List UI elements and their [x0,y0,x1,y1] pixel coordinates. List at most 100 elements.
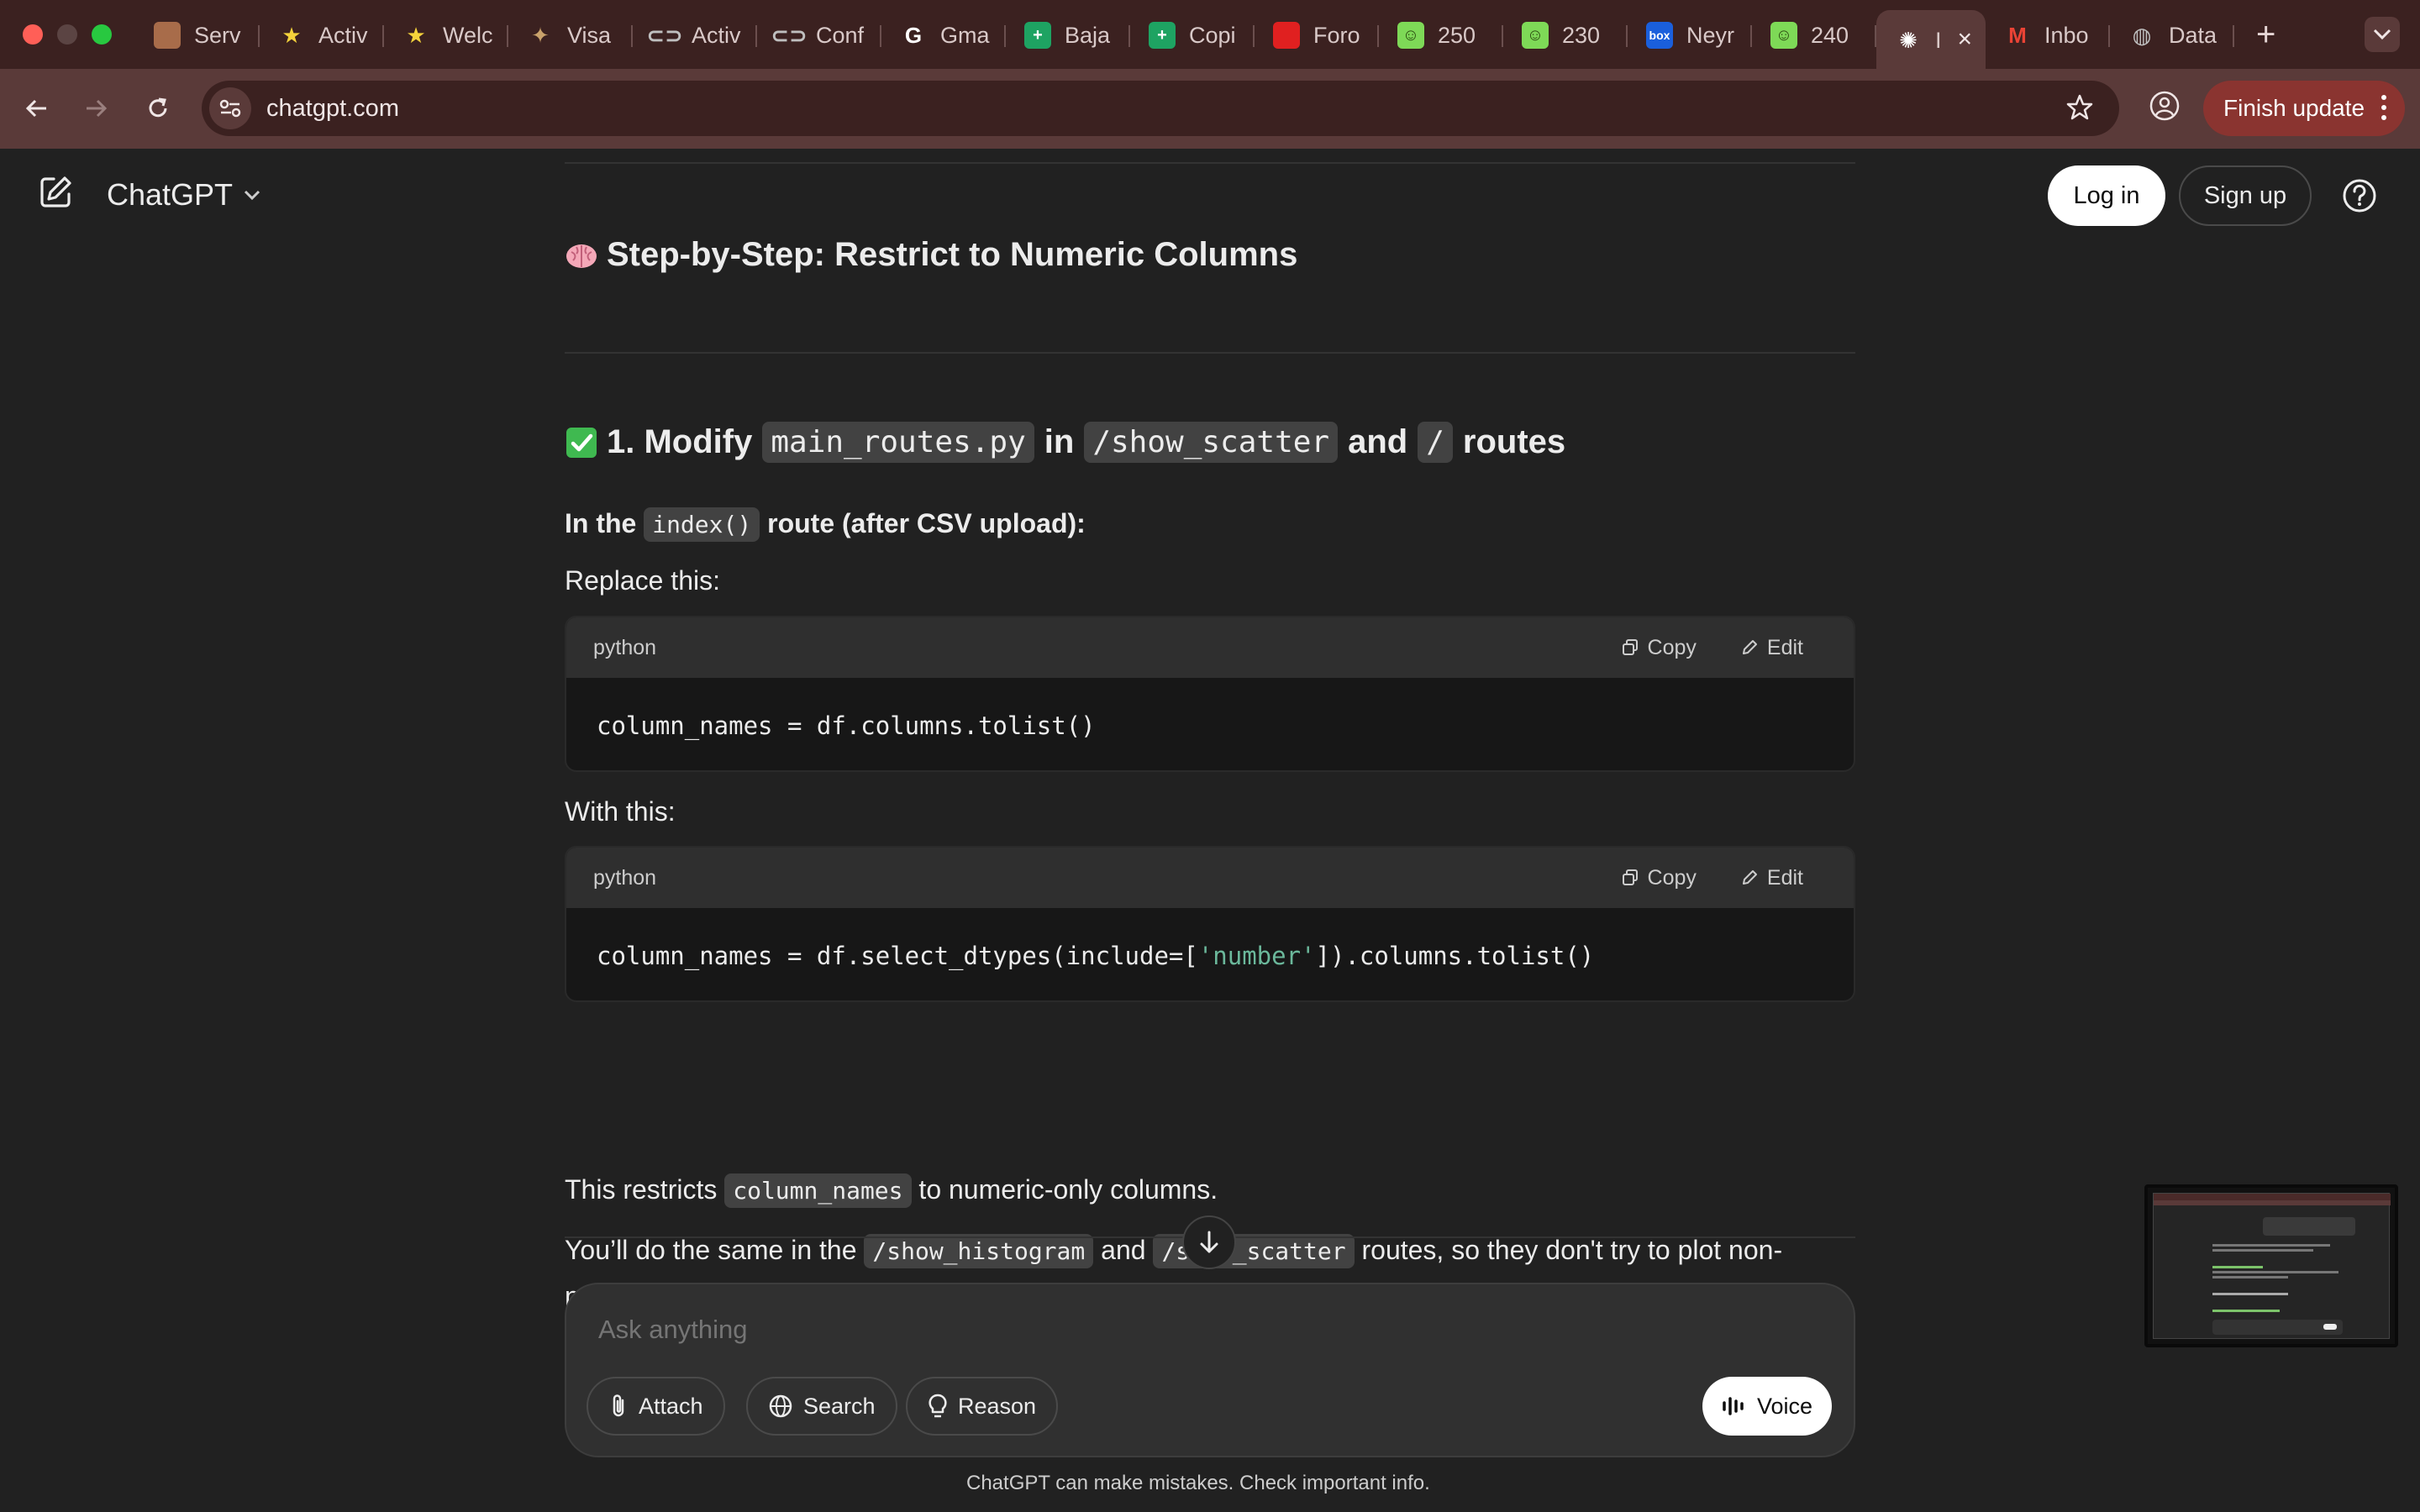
copy-button[interactable]: Copy [1621,866,1697,890]
step-heading: Step-by-Step: Restrict to Numeric Column… [565,236,1297,274]
browser-tab[interactable]: ⊂⊃ Activ [633,10,757,60]
voice-button[interactable]: Voice [1702,1377,1832,1436]
smiley-favicon-icon: ☺ [1770,22,1797,49]
code-block: python Copy Edit column_names = df.colum… [565,616,1855,772]
scroll-to-bottom-button[interactable] [1182,1215,1236,1269]
copy-button[interactable]: Copy [1621,636,1697,660]
restrict-paragraph: This restricts column_names to numeric-o… [565,1166,1218,1215]
browser-tab[interactable]: ✦ Visa [508,10,633,60]
browser-tab[interactable]: M Inbo [1986,10,2110,60]
inline-code: /show_histogram [864,1234,1094,1268]
attach-label: Attach [639,1393,703,1419]
tab-title: Gma [940,22,990,48]
browser-tab[interactable]: G Gma [881,10,1006,60]
arrow-down-icon [1200,1231,1218,1253]
browser-tab[interactable]: ◍ Data [2110,10,2234,60]
browser-tab[interactable]: ☺ 240 [1752,10,1876,60]
close-tab-icon[interactable]: × [1957,25,1972,54]
signup-button[interactable]: Sign up [2179,165,2312,226]
screenshot-thumbnail[interactable] [2144,1184,2398,1347]
model-name: ChatGPT [107,177,234,212]
with-label: With this: [565,796,676,827]
forward-button[interactable] [77,90,114,127]
browser-tab[interactable]: ★ Welc [384,10,508,60]
new-tab-button[interactable]: + [2256,16,2275,54]
help-icon[interactable] [2341,177,2378,214]
finish-update-button[interactable]: Finish update [2203,81,2405,136]
edit-button[interactable]: Edit [1740,866,1803,890]
site-settings-icon[interactable] [209,87,251,129]
reason-label: Reason [958,1393,1037,1419]
heading-part: and [1348,423,1408,460]
tab-title: Visa [567,22,612,48]
code-part: column_names = df.select_dtypes(include=… [597,942,1198,970]
subheading: In the index() route (after CSV upload): [565,500,1086,549]
tab-title: Welc [443,22,493,48]
subheading-part: route (after CSV upload): [767,508,1086,538]
gmail-favicon-icon: M [2008,22,2027,48]
browser-tab[interactable]: ⊂⊃ Conf [757,10,881,60]
chevron-down-icon [244,190,260,201]
tab-title: Serv [194,22,241,48]
reason-button[interactable]: Reason [906,1377,1059,1436]
attach-button[interactable]: Attach [587,1377,725,1436]
reload-button[interactable] [139,90,176,127]
smiley-favicon-icon: ☺ [1522,22,1549,49]
code-part: ]).columns.tolist() [1315,942,1595,970]
browser-tab[interactable]: Foro [1255,10,1379,60]
tab-title: Data [2169,22,2217,48]
disclaimer-text: ChatGPT can make mistakes. Check importa… [966,1472,1430,1494]
search-button[interactable]: Search [746,1377,897,1436]
paragraph-part: routes, so they don't try to plot non- [1361,1235,1783,1265]
edit-button[interactable]: Edit [1740,636,1803,660]
sheets-plus-favicon-icon: + [1024,22,1051,49]
heading-part: 1. Modify [607,423,753,460]
login-button[interactable]: Log in [2048,165,2165,226]
address-bar[interactable]: chatgpt.com [202,81,2119,136]
sheets-plus-favicon-icon: + [1149,22,1176,49]
divider [565,352,1855,354]
paragraph-part: and [1101,1235,1146,1265]
thumbnail-preview [2153,1193,2391,1339]
tab-title: Foro [1313,22,1360,48]
profile-icon[interactable] [2148,89,2181,127]
copy-icon [1622,869,1638,885]
browser-tab[interactable]: box Neyr [1628,10,1752,60]
browser-tab[interactable]: ☺ 230 [1503,10,1628,60]
bookmark-star-icon[interactable] [2065,93,2094,126]
back-button[interactable] [18,90,55,127]
browser-tab[interactable]: ☺ 250 [1379,10,1503,60]
arrow-left-icon [25,99,46,118]
heading-part: routes [1462,423,1566,460]
globe-icon [769,1394,792,1418]
paragraph-part: This restricts [565,1174,718,1205]
prompt-input[interactable] [598,1315,1775,1345]
inline-code: /show_scatter [1084,422,1339,463]
url-text: chatgpt.com [266,94,399,122]
paragraph-part: to numeric-only columns. [918,1174,1218,1205]
star-favicon-icon: ★ [406,22,426,48]
red-logo-favicon-icon [1273,22,1300,49]
browser-tab[interactable]: + Copi [1130,10,1255,60]
code-string: 'number' [1197,942,1316,970]
minimize-window-button[interactable] [57,24,77,45]
modify-heading: 1. Modify main_routes.py in /show_scatte… [565,422,1565,463]
tab-title: Conf [816,22,865,48]
heading-part: in [1044,423,1075,460]
reload-icon [149,97,167,118]
tab-search-button[interactable] [2365,17,2400,52]
copy-label: Copy [1647,635,1697,659]
browser-tab[interactable]: + Baja [1006,10,1130,60]
tab-title: Copi [1189,22,1236,48]
new-chat-icon[interactable] [37,174,74,211]
browser-tab[interactable]: ★ Activ [260,10,384,60]
browser-tab[interactable]: Serv [135,10,260,60]
browser-tab[interactable]: ✺ I × [1876,10,1986,71]
model-picker[interactable]: ChatGPT [107,177,261,213]
tab-title: 240 [1811,22,1849,48]
fullscreen-window-button[interactable] [92,24,112,45]
inline-code: / [1418,422,1453,463]
code-language: python [593,865,657,890]
check-icon [565,426,598,459]
close-window-button[interactable] [23,24,43,45]
